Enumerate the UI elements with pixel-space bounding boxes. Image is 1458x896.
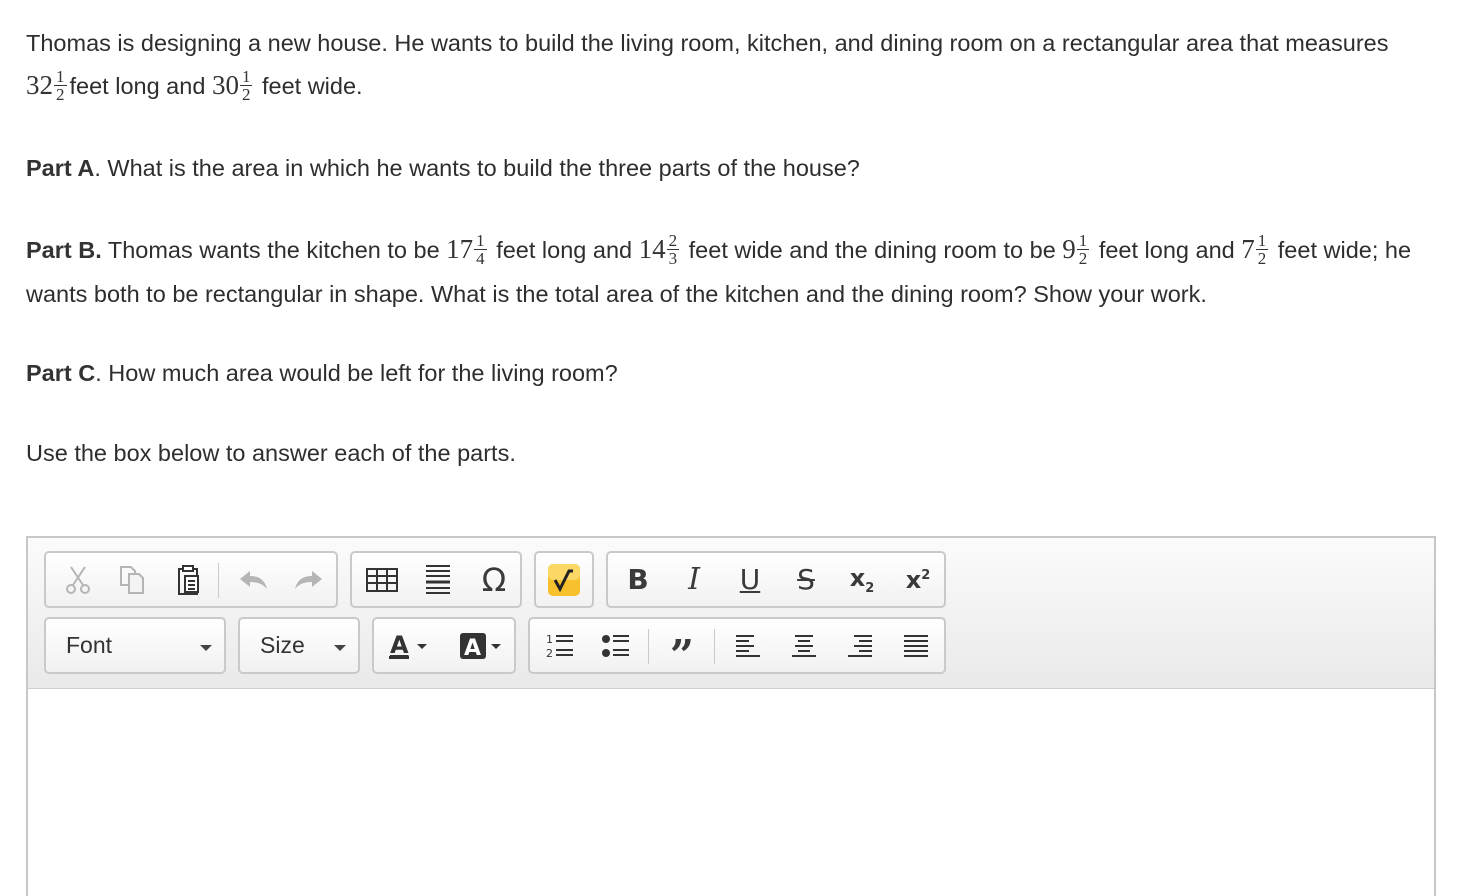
omega-icon[interactable]: Ω: [466, 553, 522, 606]
font-select[interactable]: Font: [44, 617, 226, 674]
font-select-label: Font: [66, 632, 113, 658]
dining-length: 912: [1062, 231, 1090, 269]
toolbar-separator: [218, 563, 219, 598]
dining-width: 712: [1241, 231, 1269, 269]
paragraph-group: 12 ”: [528, 617, 946, 676]
question-intro: Thomas is designing a new house. He want…: [26, 30, 1389, 105]
math-group: [534, 551, 594, 608]
question-text: Thomas is designing a new house. He want…: [26, 22, 1426, 512]
cut-icon[interactable]: [50, 553, 106, 606]
horizontal-line-icon[interactable]: [410, 553, 466, 606]
toolbar-separator: [714, 629, 715, 664]
blockquote-icon[interactable]: ”: [654, 619, 710, 676]
size-select-label: Size: [260, 632, 305, 658]
chevron-down-icon: [334, 645, 346, 651]
svg-text:1: 1: [546, 633, 553, 646]
colors-group: A A: [372, 617, 516, 674]
part-c-label: Part C: [26, 360, 96, 386]
part-b: Part B. Thomas wants the kitchen to be 1…: [26, 231, 1412, 307]
italic-icon[interactable]: I: [666, 553, 722, 606]
copy-icon[interactable]: [104, 553, 160, 606]
kitchen-width: 14 2 3: [638, 231, 680, 269]
rich-text-editor: Ω B I U S x2 x2 Font Size A A 1 2 ”: [26, 536, 1436, 896]
editor-toolbar: Ω B I U S x2 x2 Font Size A A 1 2 ”: [28, 538, 1434, 690]
align-right-icon[interactable]: [832, 619, 888, 672]
strikethrough-icon[interactable]: S: [778, 553, 834, 606]
superscript-icon[interactable]: x2: [890, 553, 946, 606]
underline-icon[interactable]: U: [722, 553, 778, 606]
subscript-icon[interactable]: x2: [834, 553, 890, 606]
bulleted-list-icon[interactable]: [588, 619, 644, 672]
insert-group: Ω: [350, 551, 522, 608]
kitchen-length: 17 1 4: [446, 231, 487, 269]
svg-text:2: 2: [546, 647, 553, 660]
part-c: Part C. How much area would be left for …: [26, 360, 618, 386]
background-color-icon[interactable]: A: [450, 619, 514, 672]
undo-icon[interactable]: [226, 553, 282, 606]
editor-content-area[interactable]: [28, 689, 1434, 896]
square-root-icon[interactable]: [536, 553, 592, 606]
clipboard-history-group: [44, 551, 338, 608]
part-a: Part A. What is the area in which he wan…: [26, 155, 860, 181]
align-left-icon[interactable]: [720, 619, 776, 672]
instruction-text: Use the box below to answer each of the …: [26, 440, 516, 466]
paste-icon[interactable]: [160, 553, 216, 606]
numbered-list-icon[interactable]: 12: [532, 619, 588, 672]
svg-text:A: A: [390, 631, 409, 659]
toolbar-separator: [648, 629, 649, 664]
length-mixed-number: 32 1 2: [26, 67, 67, 105]
basic-styles-group: B I U S x2 x2: [606, 551, 946, 608]
text-color-icon[interactable]: A: [378, 619, 442, 672]
table-icon[interactable]: [354, 553, 410, 606]
bold-icon[interactable]: B: [610, 553, 666, 606]
part-b-label: Part B.: [26, 237, 102, 263]
svg-text:A: A: [464, 636, 481, 661]
width-mixed-number: 30 1 2: [211, 67, 253, 105]
size-select[interactable]: Size: [238, 617, 360, 674]
justify-icon[interactable]: [888, 619, 944, 672]
part-a-label: Part A: [26, 155, 95, 181]
align-center-icon[interactable]: [776, 619, 832, 672]
redo-icon[interactable]: [280, 553, 336, 606]
chevron-down-icon: [200, 645, 212, 651]
